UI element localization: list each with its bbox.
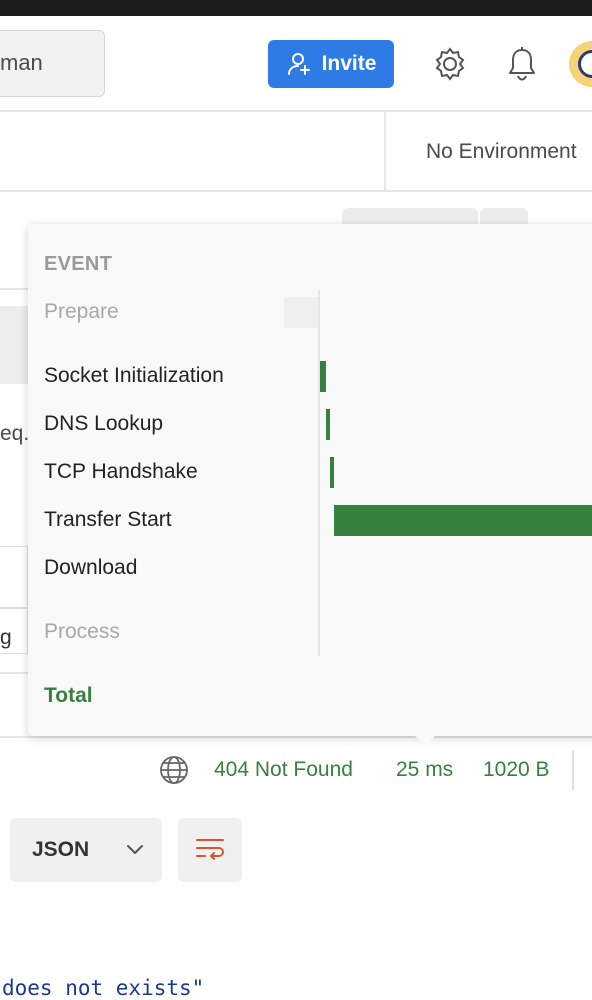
- timing-bar-transfer-start: [334, 505, 592, 536]
- wrap-lines-icon: [196, 839, 224, 860]
- timeline-divider: [318, 290, 320, 656]
- event-socket-initialization: Socket Initialization: [44, 364, 224, 387]
- field-edge[interactable]: [0, 546, 28, 608]
- header-divider: [0, 110, 592, 112]
- request-text-fragment: eq.: [0, 422, 30, 445]
- event-prepare: Prepare: [44, 300, 119, 323]
- event-process: Process: [44, 620, 120, 643]
- response-divider: [0, 736, 592, 738]
- timing-bar-tcp-handshake: [330, 457, 334, 488]
- event-download: Download: [44, 556, 138, 579]
- event-transfer-start: Transfer Start: [44, 508, 172, 531]
- environment-row-divider: [0, 190, 592, 192]
- format-select-label: JSON: [32, 838, 90, 861]
- event-tcp-handshake: TCP Handshake: [44, 460, 198, 483]
- user-plus-icon: [287, 53, 310, 75]
- invite-button[interactable]: Invite: [268, 40, 394, 88]
- popover-arrow: [412, 733, 438, 746]
- status-divider: [572, 750, 574, 790]
- event-dns-lookup: DNS Lookup: [44, 412, 164, 435]
- response-size[interactable]: 1020 B: [483, 758, 550, 782]
- event-total: Total: [44, 684, 93, 707]
- response-time[interactable]: 25 ms: [396, 758, 453, 782]
- event-column-header: EVENT: [44, 253, 113, 275]
- environment-selector[interactable]: No Environment: [426, 140, 577, 164]
- section-divider: [0, 672, 28, 674]
- timing-bar-socket-initialization: [320, 361, 326, 392]
- wrap-lines-button[interactable]: [178, 818, 242, 882]
- field-text-fragment: g: [0, 626, 12, 649]
- invite-button-label: Invite: [321, 52, 377, 75]
- response-body-line: does not exists": [2, 976, 205, 1000]
- request-divider: [0, 288, 28, 290]
- request-tab-edge[interactable]: [0, 306, 28, 384]
- search-input-text: man: [0, 50, 43, 75]
- gear-icon[interactable]: [432, 46, 468, 82]
- timing-bar-dns-lookup: [326, 409, 330, 440]
- prepare-cell: [284, 297, 318, 328]
- environment-divider: [384, 112, 386, 190]
- window-top-strip: [0, 0, 592, 16]
- bell-icon[interactable]: [505, 46, 539, 82]
- chevron-down-icon: [127, 845, 144, 854]
- format-select[interactable]: JSON: [10, 818, 162, 882]
- globe-icon[interactable]: [159, 755, 189, 785]
- status-code[interactable]: 404 Not Found: [214, 758, 353, 782]
